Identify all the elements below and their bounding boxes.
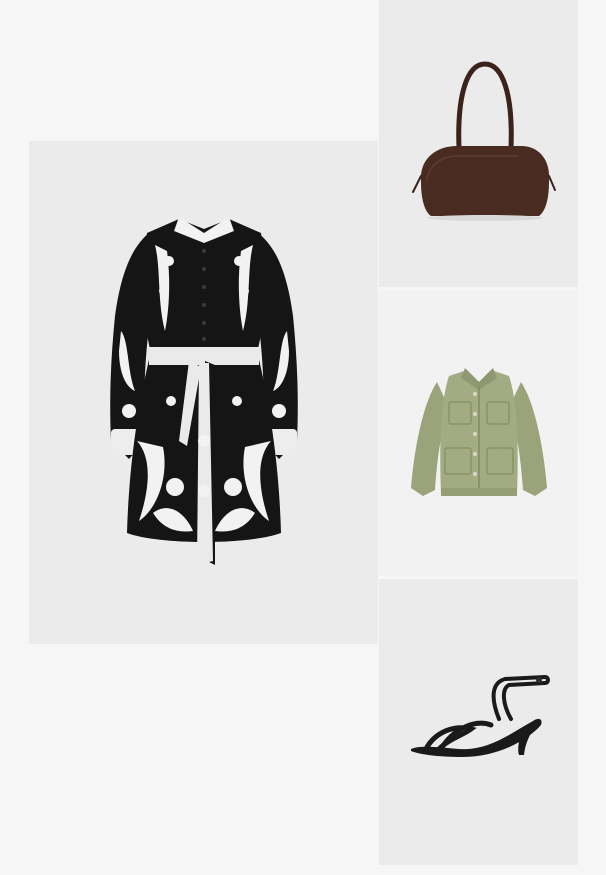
outfit-collage: Black and white floral print belted shir… [0,0,606,875]
product-tile-sandal[interactable]: Black strappy kitten-heel sandal [379,579,578,865]
product-tile-jacket[interactable]: Khaki green utility overshirt jacket [379,290,578,576]
sandal-image [411,674,550,757]
product-tile-bag[interactable]: Brown suede shoulder bag [379,0,578,287]
bag-image [412,61,556,221]
jacket-image [411,368,547,496]
dress-image [110,217,298,565]
product-tile-dress[interactable]: Black and white floral print belted shir… [29,141,378,644]
